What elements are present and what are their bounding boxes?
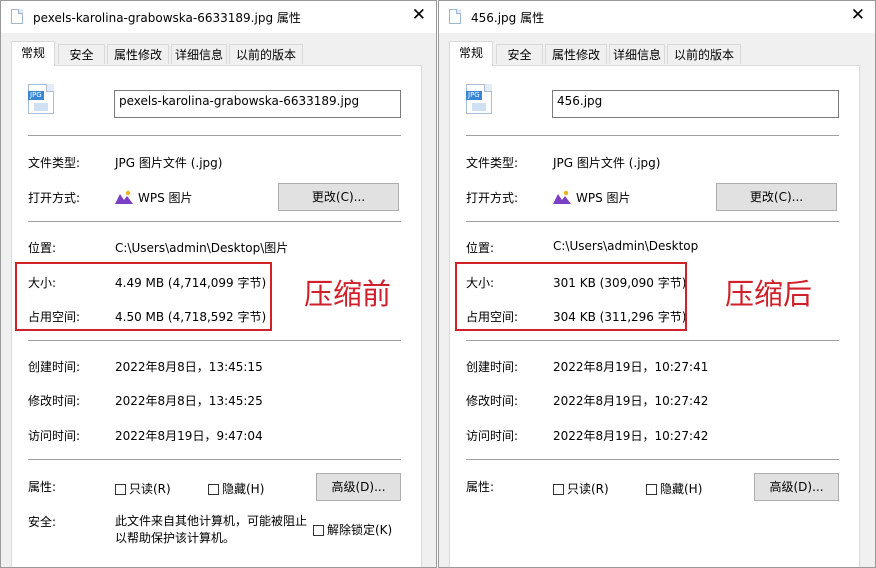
tab-details[interactable]: 详细信息 — [171, 44, 227, 64]
jpg-file-icon — [11, 9, 23, 24]
security-message-line: 以帮助保护该计算机。 — [115, 531, 236, 545]
accessed-label: 访问时间: — [28, 429, 81, 443]
tab-security[interactable]: 安全 — [496, 44, 543, 64]
window-title: pexels-karolina-grabowska-6633189.jpg 属性 — [33, 11, 301, 25]
annotation-after: 压缩后 — [725, 277, 813, 311]
divider — [28, 221, 401, 222]
readonly-label: 只读(R) — [129, 482, 171, 496]
hidden-label: 隐藏(H) — [660, 482, 703, 496]
hidden-checkbox[interactable]: 隐藏(H) — [208, 480, 264, 497]
location-value: C:\Users\admin\Desktop\图片 — [115, 241, 289, 255]
divider — [466, 221, 839, 222]
jpg-file-icon: JPG — [466, 84, 492, 114]
location-label: 位置: — [28, 241, 57, 255]
attributes-label: 属性: — [28, 480, 57, 494]
security-message-line: 此文件来自其他计算机，可能被阻止 — [115, 514, 308, 528]
accessed-label: 访问时间: — [466, 429, 519, 443]
highlight-box — [455, 262, 687, 331]
title-bar: pexels-karolina-grabowska-6633189.jpg 属性… — [1, 1, 436, 33]
checkbox-box[interactable] — [553, 484, 564, 495]
file-type-badge: JPG — [28, 91, 44, 100]
jpg-file-icon: JPG — [28, 84, 54, 114]
filename-input[interactable]: 456.jpg — [552, 90, 839, 118]
unblock-checkbox[interactable]: 解除锁定(K) — [313, 521, 392, 538]
divider — [28, 459, 401, 460]
checkbox-box[interactable] — [313, 525, 324, 536]
divider — [466, 135, 839, 136]
created-label: 创建时间: — [466, 360, 519, 374]
tab-general[interactable]: 常规 — [11, 41, 55, 66]
open-with-label: 打开方式: — [466, 191, 519, 205]
file-type-label: 文件类型: — [466, 156, 519, 170]
security-message: 此文件来自其他计算机，可能被阻止 以帮助保护该计算机。 — [115, 513, 315, 547]
created-value: 2022年8月8日，13:45:15 — [115, 360, 263, 374]
divider — [466, 340, 839, 341]
location-value: C:\Users\admin\Desktop — [553, 239, 699, 253]
created-value: 2022年8月19日，10:27:41 — [553, 360, 709, 374]
tab-details[interactable]: 详细信息 — [609, 44, 665, 64]
annotation-before: 压缩前 — [304, 277, 392, 311]
tab-attribute-edit[interactable]: 属性修改 — [107, 44, 169, 64]
security-label: 安全: — [28, 515, 57, 529]
open-with-value: WPS 图片 — [138, 191, 193, 205]
divider — [466, 459, 839, 460]
filename-input[interactable]: pexels-karolina-grabowska-6633189.jpg — [114, 90, 401, 118]
advanced-button[interactable]: 高级(D)... — [754, 473, 839, 501]
accessed-value: 2022年8月19日，10:27:42 — [553, 429, 709, 443]
checkbox-box[interactable] — [115, 484, 126, 495]
tab-general[interactable]: 常规 — [449, 41, 493, 66]
advanced-button[interactable]: 高级(D)... — [316, 473, 401, 501]
modified-label: 修改时间: — [466, 394, 519, 408]
open-with-label: 打开方式: — [28, 191, 81, 205]
file-type-label: 文件类型: — [28, 156, 81, 170]
modified-value: 2022年8月19日，10:27:42 — [553, 394, 709, 408]
readonly-checkbox[interactable]: 只读(R) — [115, 480, 171, 497]
attributes-label: 属性: — [466, 480, 495, 494]
wps-photo-icon — [553, 190, 571, 204]
change-button[interactable]: 更改(C)... — [716, 183, 837, 211]
close-icon[interactable]: ✕ — [412, 6, 426, 24]
file-type-value: JPG 图片文件 (.jpg) — [553, 156, 661, 170]
close-icon[interactable]: ✕ — [851, 6, 865, 24]
hidden-label: 隐藏(H) — [222, 482, 265, 496]
readonly-checkbox[interactable]: 只读(R) — [553, 480, 609, 497]
file-type-value: JPG 图片文件 (.jpg) — [115, 156, 223, 170]
checkbox-box[interactable] — [208, 484, 219, 495]
open-with-value: WPS 图片 — [576, 191, 631, 205]
wps-photo-icon — [115, 190, 133, 204]
title-bar: 456.jpg 属性 ✕ — [439, 1, 875, 33]
tab-security[interactable]: 安全 — [58, 44, 105, 64]
hidden-checkbox[interactable]: 隐藏(H) — [646, 480, 702, 497]
jpg-file-icon — [449, 9, 461, 24]
window-title: 456.jpg 属性 — [471, 11, 545, 25]
divider — [28, 135, 401, 136]
file-type-badge: JPG — [466, 91, 482, 100]
location-label: 位置: — [466, 241, 495, 255]
modified-value: 2022年8月8日，13:45:25 — [115, 394, 263, 408]
properties-dialog-after: 456.jpg 属性 ✕ 常规 安全 属性修改 详细信息 以前的版本 JPG 4… — [438, 0, 876, 568]
unblock-label: 解除锁定(K) — [327, 523, 393, 537]
properties-dialog-before: pexels-karolina-grabowska-6633189.jpg 属性… — [0, 0, 437, 568]
modified-label: 修改时间: — [28, 394, 81, 408]
created-label: 创建时间: — [28, 360, 81, 374]
tab-previous-versions[interactable]: 以前的版本 — [667, 44, 741, 64]
change-button[interactable]: 更改(C)... — [278, 183, 399, 211]
accessed-value: 2022年8月19日，9:47:04 — [115, 429, 263, 443]
divider — [28, 340, 401, 341]
highlight-box — [15, 262, 272, 331]
tab-previous-versions[interactable]: 以前的版本 — [229, 44, 303, 64]
readonly-label: 只读(R) — [567, 482, 609, 496]
checkbox-box[interactable] — [646, 484, 657, 495]
tab-attribute-edit[interactable]: 属性修改 — [545, 44, 607, 64]
